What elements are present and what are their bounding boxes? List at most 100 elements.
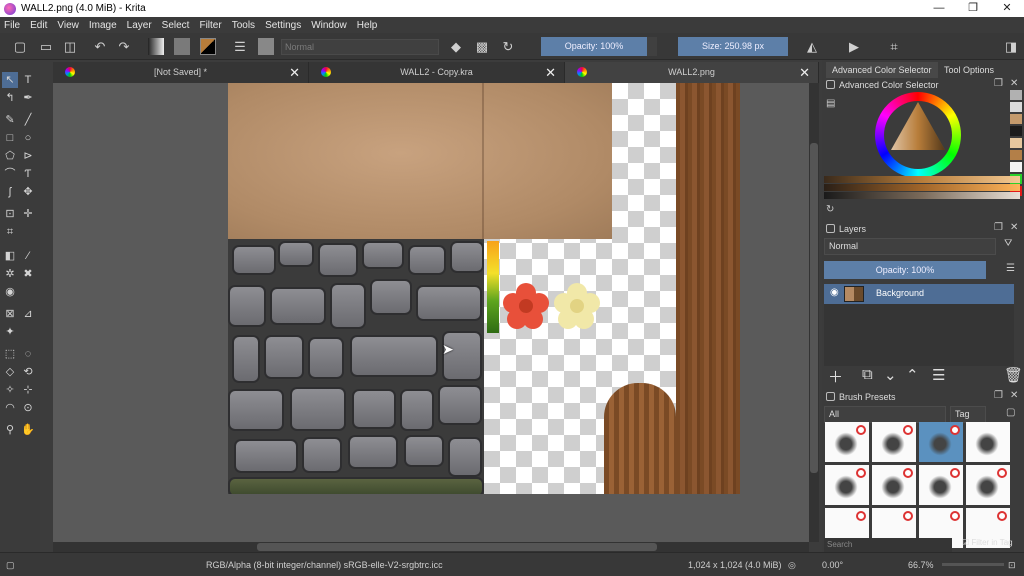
brush-settings-icon[interactable]: ☰: [232, 38, 248, 55]
polygon-selection-tool-icon[interactable]: ◇: [2, 364, 18, 380]
menu-filter[interactable]: Filter: [199, 20, 221, 31]
measure-tool-icon[interactable]: ⊿: [20, 306, 36, 322]
tab-close-icon[interactable]: ✕: [545, 62, 556, 83]
calligraphy-tool-icon[interactable]: ✒: [20, 90, 36, 106]
panel-lock-icon[interactable]: [826, 224, 835, 233]
layer-background-row[interactable]: ◉ Background: [824, 284, 1014, 304]
polygon-tool-icon[interactable]: ⬠: [2, 148, 18, 164]
dynamic-brush-tool-icon[interactable]: ʃ: [2, 184, 18, 200]
menu-select[interactable]: Select: [162, 20, 190, 31]
duplicate-layer-icon[interactable]: ⧉: [862, 366, 873, 383]
tab-advanced-color-selector[interactable]: Advanced Color Selector: [826, 62, 938, 78]
crop-tool-icon[interactable]: ⌗: [2, 224, 18, 240]
layer-opacity-slider[interactable]: Opacity: 100%: [824, 261, 986, 279]
gradient-tool-icon[interactable]: ◧: [2, 248, 18, 264]
brush-preset[interactable]: [872, 465, 916, 505]
blend-mode-dropdown[interactable]: Normal: [281, 39, 439, 55]
gradient-selector-icon[interactable]: [148, 38, 164, 55]
eraser-icon[interactable]: ◆: [448, 38, 464, 55]
menu-help[interactable]: Help: [357, 20, 378, 31]
pan-tool-icon[interactable]: ✋: [20, 422, 36, 438]
layer-blend-mode-dropdown[interactable]: Normal: [824, 238, 996, 255]
tab-tool-options[interactable]: Tool Options: [938, 62, 1000, 78]
fill-tool-icon[interactable]: ◉: [2, 284, 18, 300]
visibility-eye-icon[interactable]: ◉: [830, 287, 839, 298]
transform-tool-icon[interactable]: ⊡: [2, 206, 18, 222]
brush-preset[interactable]: [825, 422, 869, 462]
pattern-selector-icon[interactable]: [174, 38, 190, 55]
brush-preset[interactable]: [966, 465, 1010, 505]
save-icon[interactable]: ◫: [62, 38, 78, 55]
open-folder-icon[interactable]: ▭: [38, 38, 54, 55]
freehand-path-tool-icon[interactable]: Ƭ: [20, 166, 36, 182]
brush-preset[interactable]: [966, 422, 1010, 462]
polyline-tool-icon[interactable]: ⊳: [20, 148, 36, 164]
line-tool-icon[interactable]: ╱: [20, 112, 36, 128]
document-image[interactable]: [228, 83, 740, 494]
add-layer-icon[interactable]: ＋: [828, 366, 843, 387]
brush-options-icon[interactable]: ▢: [1006, 407, 1015, 418]
opacity-slider-arrows[interactable]: [647, 37, 657, 56]
brush-preset-selected[interactable]: [919, 422, 963, 462]
select-shapes-tool-icon[interactable]: ↖: [2, 72, 18, 88]
float-panel-icon[interactable]: ❐: [994, 222, 1003, 233]
tab-wall2[interactable]: WALL2.png ✕: [565, 62, 819, 83]
menu-view[interactable]: View: [57, 20, 79, 31]
filter-in-tag-checkbox[interactable]: ☑ Filter in Tag: [962, 538, 1013, 547]
close-panel-icon[interactable]: ✕: [1010, 78, 1018, 89]
rotation-reset-icon[interactable]: ◎: [788, 560, 796, 571]
brush-preset[interactable]: [872, 422, 916, 462]
tab-close-icon[interactable]: ✕: [799, 62, 810, 83]
layer-menu-icon[interactable]: ☰: [1006, 263, 1015, 274]
move-layer-up-icon[interactable]: ⌃: [906, 366, 919, 384]
panel-lock-icon[interactable]: [826, 392, 835, 401]
zoom-tool-icon[interactable]: ⚲: [2, 422, 18, 438]
edit-shapes-tool-icon[interactable]: ↰: [2, 90, 18, 106]
tab-close-icon[interactable]: ✕: [289, 62, 300, 83]
magnetic-selection-tool-icon[interactable]: ⊙: [20, 400, 36, 416]
brush-preset[interactable]: [825, 465, 869, 505]
menu-tools[interactable]: Tools: [232, 20, 255, 31]
menu-window[interactable]: Window: [311, 20, 347, 31]
brush-search-input[interactable]: Search: [824, 538, 952, 552]
minimize-button[interactable]: —: [922, 0, 956, 17]
refresh-color-icon[interactable]: ↻: [826, 204, 834, 215]
brush-tag-dropdown[interactable]: Tag: [950, 406, 986, 423]
layer-properties-icon[interactable]: ☰: [932, 366, 945, 384]
colorize-mask-tool-icon[interactable]: ✖: [20, 266, 36, 282]
rotation-value[interactable]: 0.00°: [822, 560, 843, 570]
new-document-icon[interactable]: ▢: [12, 38, 28, 55]
close-window-button[interactable]: ✕: [990, 0, 1024, 17]
color-picker-tool-icon[interactable]: ⁄: [20, 248, 36, 264]
close-panel-icon[interactable]: ✕: [1010, 222, 1018, 233]
canvas[interactable]: ➤: [53, 83, 809, 542]
opacity-slider[interactable]: Opacity: 100%: [541, 37, 647, 56]
brush-preset-icon[interactable]: [258, 38, 274, 55]
text-tool-icon[interactable]: T: [20, 72, 36, 88]
color-wheel[interactable]: [875, 92, 961, 178]
panel-lock-icon[interactable]: [826, 80, 835, 89]
zoom-slider[interactable]: [942, 563, 1004, 566]
reference-images-tool-icon[interactable]: ✦: [2, 324, 18, 340]
menu-image[interactable]: Image: [89, 20, 117, 31]
rect-selection-tool-icon[interactable]: ⬚: [2, 346, 18, 362]
assistant-tool-icon[interactable]: ⊠: [2, 306, 18, 322]
delete-layer-icon[interactable]: 🗑: [1004, 366, 1023, 384]
wrap-around-icon[interactable]: ⌗: [886, 38, 902, 55]
brush-preset[interactable]: [919, 465, 963, 505]
maximize-button[interactable]: ❐: [956, 0, 990, 17]
multibrush-tool-icon[interactable]: ✥: [20, 184, 36, 200]
vertical-scrollbar[interactable]: [809, 83, 819, 542]
bezier-selection-tool-icon[interactable]: ◠: [2, 400, 18, 416]
brush-tool-icon[interactable]: ✎: [2, 112, 18, 128]
similar-selection-tool-icon[interactable]: ⊹: [20, 382, 36, 398]
float-panel-icon[interactable]: ❐: [994, 78, 1003, 89]
tab-wall2-copy[interactable]: WALL2 - Copy.kra ✕: [309, 62, 565, 83]
move-tool-icon[interactable]: ✛: [20, 206, 36, 222]
fg-bg-color-icon[interactable]: [200, 38, 216, 55]
mirror-vertical-icon[interactable]: ▶: [846, 38, 862, 55]
move-layer-down-icon[interactable]: ⌄: [884, 366, 897, 384]
reload-preset-icon[interactable]: ↻: [500, 38, 516, 55]
mirror-horizontal-icon[interactable]: ◭: [804, 38, 820, 55]
smart-patch-tool-icon[interactable]: ✲: [2, 266, 18, 282]
